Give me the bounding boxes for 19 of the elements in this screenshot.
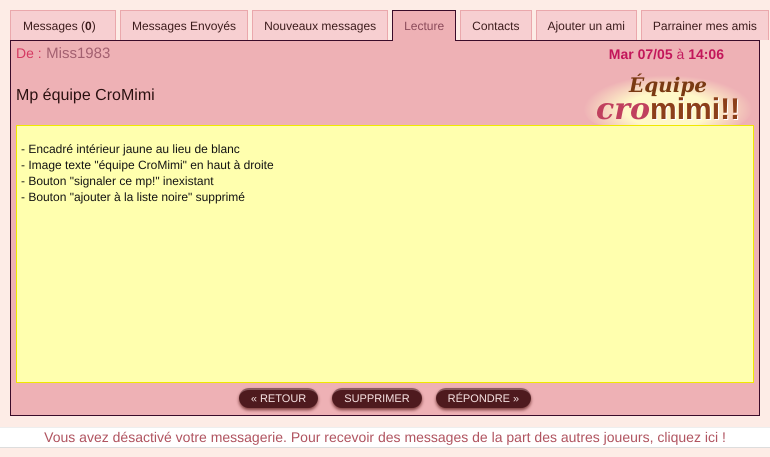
- tab[interactable]: Parrainer mes amis: [640, 10, 769, 40]
- message-line: - Image texte "équipe CroMimi" en haut à droite: [21, 157, 275, 173]
- team-logo: Équipe cromimi!!: [583, 75, 753, 125]
- from-label: De :: [16, 45, 42, 61]
- tab[interactable]: Messages Envoyés: [120, 10, 248, 40]
- action-button[interactable]: SUPPRIMER: [332, 388, 422, 408]
- tab[interactable]: Contacts: [460, 10, 532, 40]
- message-line: - Encadré intérieur jaune au lieu de blanc: [21, 141, 241, 157]
- message-line: - Bouton "signaler ce mp!" inexistant: [21, 173, 215, 189]
- action-button[interactable]: « RETOUR: [238, 388, 318, 408]
- message-line: - Bouton "ajouter à la liste noire" supprimé: [21, 189, 246, 205]
- tab[interactable]: Nouveaux messages: [252, 10, 388, 40]
- tab[interactable]: Lecture: [392, 10, 456, 41]
- tab[interactable]: Messages (0): [10, 10, 116, 40]
- message-date: Mar 07/05 à 14:06: [608, 46, 724, 62]
- tab[interactable]: Ajouter un ami: [536, 10, 637, 40]
- message-subject: Mp équipe CroMimi: [16, 87, 155, 106]
- action-button[interactable]: RÉPONDRE »: [436, 388, 532, 408]
- sender-name: Miss1983: [46, 45, 110, 62]
